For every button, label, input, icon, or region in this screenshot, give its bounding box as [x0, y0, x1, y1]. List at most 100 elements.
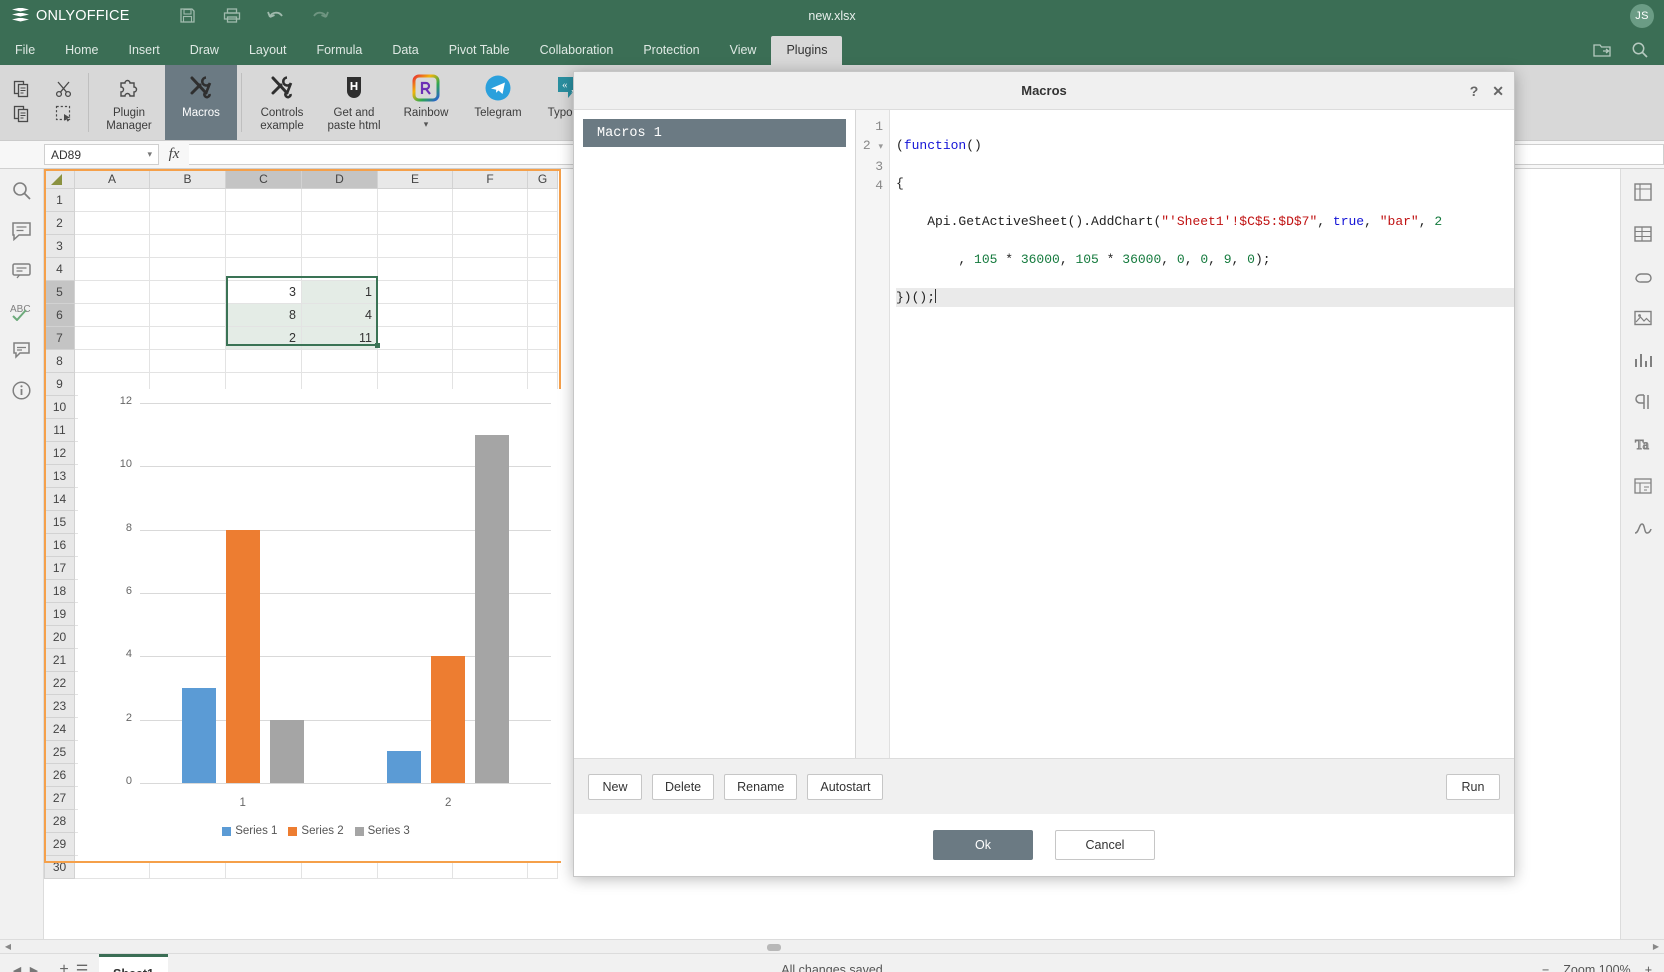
column-header-D[interactable]: D	[301, 169, 378, 189]
bar-series-3-2[interactable]	[475, 434, 510, 783]
column-header-A[interactable]: A	[74, 169, 150, 189]
column-header-F[interactable]: F	[452, 169, 528, 189]
cell-E8[interactable]	[377, 349, 453, 373]
row-header-5[interactable]: 5	[44, 280, 75, 304]
cell-A5[interactable]	[74, 280, 150, 304]
tab-draw[interactable]: Draw	[175, 36, 234, 65]
cell-A8[interactable]	[74, 349, 150, 373]
cell-A7[interactable]	[74, 326, 150, 350]
about-icon[interactable]	[8, 377, 36, 403]
bar-series-2-1[interactable]	[225, 529, 260, 783]
row-header-25[interactable]: 25	[44, 740, 75, 764]
selection-fill-handle[interactable]	[375, 343, 380, 348]
row-header-3[interactable]: 3	[44, 234, 75, 258]
redo-icon[interactable]	[298, 0, 342, 31]
cell-C4[interactable]	[225, 257, 302, 281]
select-all-icon[interactable]	[54, 104, 74, 127]
cell-D4[interactable]	[301, 257, 378, 281]
tab-plugins[interactable]: Plugins	[771, 36, 843, 65]
column-header-B[interactable]: B	[149, 169, 226, 189]
row-header-27[interactable]: 27	[44, 786, 75, 810]
cell-G1[interactable]	[527, 188, 558, 212]
print-icon[interactable]	[210, 0, 254, 31]
tab-home[interactable]: Home	[50, 36, 113, 65]
ok-button[interactable]: Ok	[933, 830, 1033, 860]
row-header-12[interactable]: 12	[44, 441, 75, 465]
row-header-7[interactable]: 7	[44, 326, 75, 350]
cell-D3[interactable]	[301, 234, 378, 258]
next-sheet-icon[interactable]: ▶	[27, 964, 41, 972]
column-header-G[interactable]: G	[527, 169, 558, 189]
horizontal-scrollbar[interactable]: ◀ ▶	[0, 939, 1664, 953]
cell-F7[interactable]	[452, 326, 528, 350]
cancel-button[interactable]: Cancel	[1055, 830, 1155, 860]
chevron-down-icon[interactable]: ▾	[147, 149, 152, 160]
cell-B8[interactable]	[149, 349, 226, 373]
search-icon[interactable]	[1624, 38, 1656, 62]
row-header-24[interactable]: 24	[44, 717, 75, 741]
macros-button[interactable]: Macros	[165, 65, 237, 140]
bar-series-1-1[interactable]	[181, 688, 216, 783]
add-sheet-icon[interactable]: +	[55, 961, 73, 972]
chevron-down-icon[interactable]: ▾	[424, 120, 429, 129]
row-header-14[interactable]: 14	[44, 487, 75, 511]
cell-E1[interactable]	[377, 188, 453, 212]
row-header-17[interactable]: 17	[44, 556, 75, 580]
cell-G3[interactable]	[527, 234, 558, 258]
copy-icon[interactable]	[12, 79, 32, 102]
column-header-C[interactable]: C	[225, 169, 302, 189]
row-header-26[interactable]: 26	[44, 763, 75, 787]
cell-C7[interactable]: 2	[225, 326, 302, 350]
row-header-21[interactable]: 21	[44, 648, 75, 672]
row-header-16[interactable]: 16	[44, 533, 75, 557]
zoom-level-label[interactable]: Zoom 100%	[1563, 963, 1630, 972]
select-all-corner[interactable]	[44, 169, 75, 189]
table-settings-icon[interactable]	[1629, 221, 1657, 247]
cell-G6[interactable]	[527, 303, 558, 327]
cell-B2[interactable]	[149, 211, 226, 235]
cell-F4[interactable]	[452, 257, 528, 281]
bar-series-3-1[interactable]	[269, 719, 304, 783]
row-header-20[interactable]: 20	[44, 625, 75, 649]
cell-E7[interactable]	[377, 326, 453, 350]
cell-B6[interactable]	[149, 303, 226, 327]
cell-C1[interactable]	[225, 188, 302, 212]
bar-series-1-2[interactable]	[387, 751, 422, 783]
fold-icon[interactable]: ▾	[878, 142, 883, 152]
tab-view[interactable]: View	[715, 36, 772, 65]
cell-E6[interactable]	[377, 303, 453, 327]
delete-macro-button[interactable]: Delete	[652, 773, 715, 800]
tab-protection[interactable]: Protection	[628, 36, 714, 65]
column-header-E[interactable]: E	[377, 169, 453, 189]
tab-data[interactable]: Data	[377, 36, 433, 65]
save-icon[interactable]	[166, 0, 210, 31]
cell-D7[interactable]: 11	[301, 326, 378, 350]
controls-example-button[interactable]: Controls example	[246, 65, 318, 140]
paragraph-settings-icon[interactable]	[1629, 389, 1657, 415]
sheet-nav-arrows[interactable]: ◀ ▶	[0, 964, 41, 972]
search-icon[interactable]	[8, 177, 36, 203]
cell-B1[interactable]	[149, 188, 226, 212]
tab-file[interactable]: File	[0, 36, 50, 65]
feedback-icon[interactable]	[8, 337, 36, 363]
rainbow-button[interactable]: Rainbow ▾	[390, 65, 462, 140]
cell-D5[interactable]: 1	[301, 280, 378, 304]
row-header-2[interactable]: 2	[44, 211, 75, 235]
cell-B4[interactable]	[149, 257, 226, 281]
scroll-left-icon[interactable]: ◀	[0, 942, 16, 951]
cell-C3[interactable]	[225, 234, 302, 258]
cell-A6[interactable]	[74, 303, 150, 327]
cell-G7[interactable]	[527, 326, 558, 350]
row-header-23[interactable]: 23	[44, 694, 75, 718]
row-header-28[interactable]: 28	[44, 809, 75, 833]
row-header-18[interactable]: 18	[44, 579, 75, 603]
cell-F6[interactable]	[452, 303, 528, 327]
undo-icon[interactable]	[254, 0, 298, 31]
cell-F1[interactable]	[452, 188, 528, 212]
pivot-settings-icon[interactable]	[1629, 473, 1657, 499]
row-header-10[interactable]: 10	[44, 395, 75, 419]
list-item[interactable]: Macros 1	[583, 119, 846, 147]
tab-layout[interactable]: Layout	[234, 36, 302, 65]
chat-icon[interactable]	[8, 257, 36, 283]
macros-list[interactable]: Macros 1	[574, 110, 856, 758]
